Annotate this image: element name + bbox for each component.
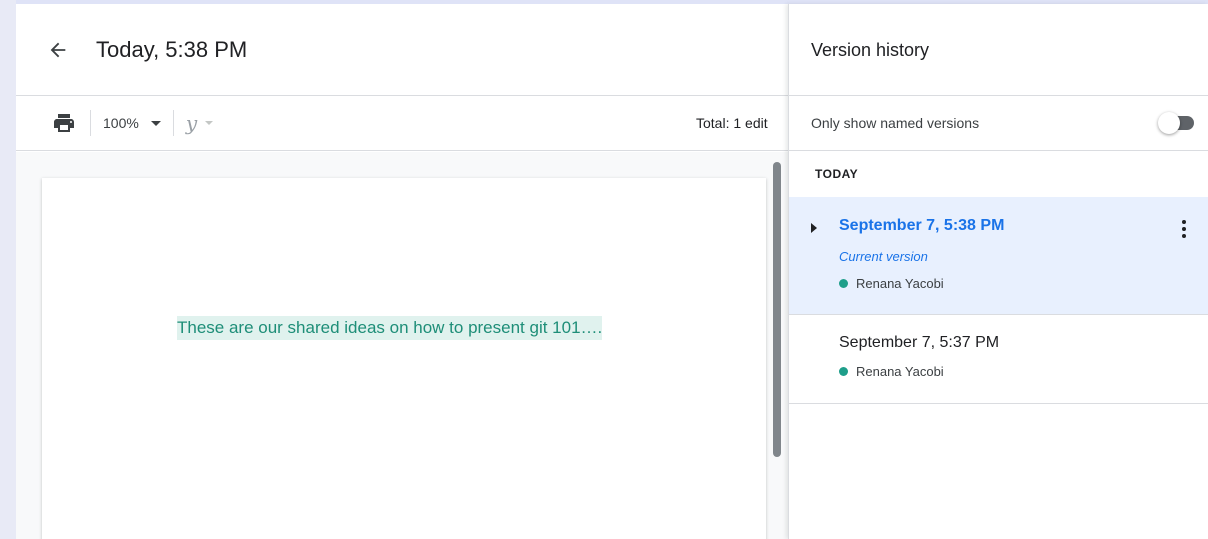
author-name: Renana Yacobi	[856, 276, 944, 291]
toggle-knob	[1158, 112, 1180, 134]
section-header-today: TODAY	[815, 167, 859, 181]
text-style-glyph: y	[185, 111, 198, 135]
zoom-value: 100%	[103, 115, 139, 131]
more-vert-dot	[1182, 234, 1186, 238]
print-button[interactable]	[50, 109, 78, 137]
arrow-back-icon	[50, 42, 66, 57]
title-bar: Today, 5:38 PM	[16, 4, 788, 96]
vertical-scrollbar[interactable]	[773, 162, 781, 457]
chevron-down-icon	[205, 121, 214, 125]
toolbar-divider	[90, 110, 91, 136]
version-history-app: Today, 5:38 PM 100% y Total: 1 edit Thes…	[16, 0, 1208, 539]
toolbar-divider	[172, 110, 174, 136]
zoom-select[interactable]: 100%	[103, 115, 161, 131]
text-style-button[interactable]: y	[185, 111, 214, 135]
current-version-label: Current version	[839, 249, 928, 264]
chevron-down-icon	[150, 120, 161, 126]
document-text: These are our shared ideas on how to pre…	[177, 316, 603, 340]
total-edits: Total: 1 edit	[696, 115, 768, 131]
back-button[interactable]	[40, 32, 76, 68]
version-date: September 7, 5:37 PM	[839, 334, 1000, 351]
document-page: These are our shared ideas on how to pre…	[42, 178, 766, 539]
page-title: Today, 5:38 PM	[96, 36, 248, 62]
triangle-right-icon[interactable]	[811, 223, 817, 233]
author-name: Renana Yacobi	[856, 364, 944, 379]
more-vert-dot	[1182, 227, 1186, 231]
toolbar: 100% y Total: 1 edit	[16, 96, 788, 151]
version-entry[interactable]: September 7, 5:37 PM Renana Yacobi	[789, 315, 1208, 404]
version-date: September 7, 5:38 PM	[839, 217, 1005, 234]
version-entry-current[interactable]: September 7, 5:38 PM Current version Ren…	[789, 197, 1208, 315]
named-versions-toggle[interactable]	[1158, 112, 1194, 134]
version-author: Renana Yacobi	[839, 276, 944, 291]
panel-title: Version history	[789, 4, 1208, 96]
user-color-dot	[839, 279, 848, 288]
document-canvas: These are our shared ideas on how to pre…	[16, 152, 788, 539]
filter-label: Only show named versions	[811, 115, 980, 131]
version-history-panel: Version history Only show named versions…	[788, 4, 1208, 539]
more-vert-icon	[1182, 220, 1186, 224]
more-actions-button[interactable]	[1172, 215, 1196, 243]
print-icon	[54, 114, 74, 132]
named-versions-filter: Only show named versions	[789, 96, 1208, 151]
version-author: Renana Yacobi	[839, 364, 944, 379]
document-area: Today, 5:38 PM 100% y Total: 1 edit Thes…	[16, 4, 788, 539]
user-color-dot	[839, 367, 848, 376]
